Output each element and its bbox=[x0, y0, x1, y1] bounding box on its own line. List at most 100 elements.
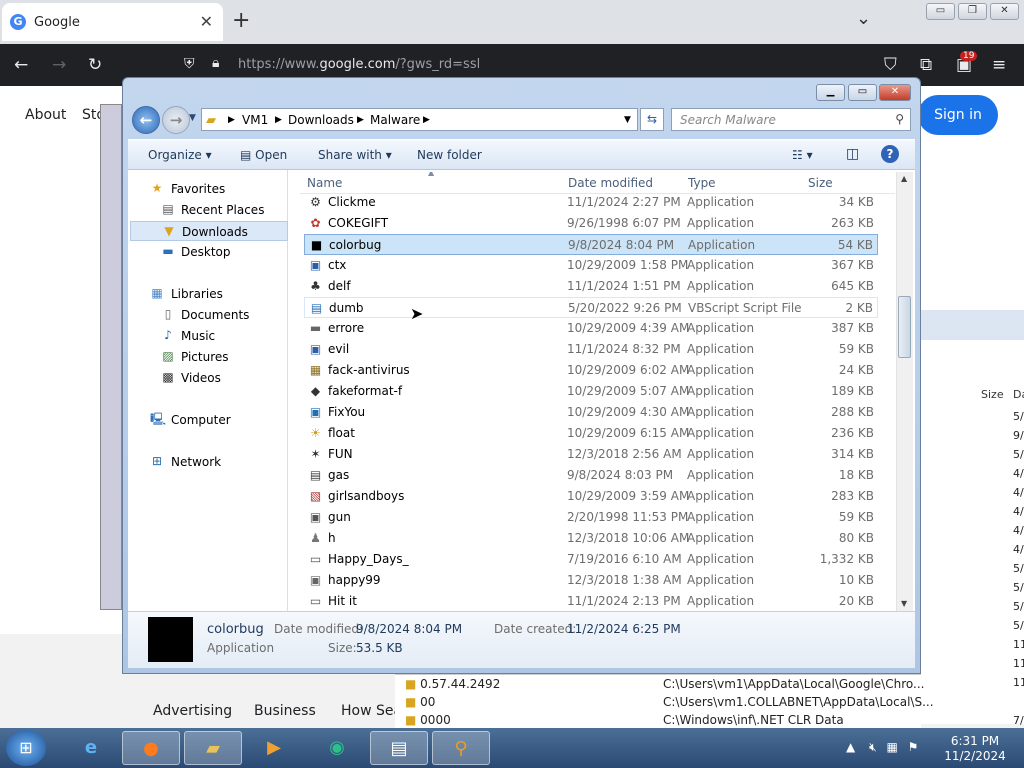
file-row[interactable]: ♟ h 12/3/2018 10:06 AM Application 80 KB bbox=[304, 528, 878, 549]
file-icon: ☀ bbox=[310, 426, 321, 440]
pocket-icon[interactable]: ⛉ bbox=[884, 55, 897, 75]
search-icon[interactable]: ⚲ bbox=[895, 112, 904, 126]
sign-in-button[interactable]: Sign in bbox=[918, 95, 998, 135]
file-row[interactable]: ▬ errore 10/29/2009 4:39 AM Application 387 … bbox=[304, 318, 878, 339]
minimize-button[interactable]: ▭ bbox=[926, 3, 955, 20]
file-row[interactable]: ◆ fakeformat-f 10/29/2009 5:07 AM Applicati… bbox=[304, 381, 878, 402]
recent-pages-chevron-icon[interactable]: ▼ bbox=[189, 113, 196, 123]
nav-label: Pictures bbox=[181, 350, 229, 364]
file-row[interactable]: ■ colorbug 9/8/2024 8:04 PM Application 54 K… bbox=[304, 234, 878, 255]
nav-desktop[interactable]: ▬ Desktop bbox=[128, 242, 286, 262]
tray-expand-icon[interactable]: ▲ bbox=[846, 740, 855, 754]
google-about-link[interactable]: About bbox=[25, 107, 66, 123]
breadcrumb-malware[interactable]: Malware bbox=[370, 113, 420, 127]
column-type[interactable]: Type bbox=[688, 176, 716, 190]
search-tool-icon[interactable]: ⚲ bbox=[432, 731, 490, 765]
organize-button[interactable]: Organize ▾ bbox=[148, 148, 212, 162]
nav-music[interactable]: ♪ Music bbox=[128, 326, 286, 346]
file-row[interactable]: ▧ girlsandboys 10/29/2009 3:59 AM Applicati… bbox=[304, 486, 878, 507]
explorer-minimize-button[interactable]: ▁ bbox=[816, 84, 845, 101]
file-row[interactable]: ▤ gas 9/8/2024 8:03 PM Application 18 KB bbox=[304, 465, 878, 486]
file-row[interactable]: ✶ FUN 12/3/2018 2:56 AM Application 314 KB bbox=[304, 444, 878, 465]
browser-tab[interactable]: G Google ✕ bbox=[2, 3, 223, 41]
file-row[interactable]: ♣ delf 11/1/2024 1:51 PM Application 645 KB bbox=[304, 276, 878, 297]
file-row[interactable]: ▭ Happy_Days_ 7/19/2016 6:10 AM Application… bbox=[304, 549, 878, 570]
preview-pane-icon[interactable]: ◫ bbox=[846, 146, 859, 162]
file-list-scrollbar[interactable]: ▲ ▼ bbox=[896, 172, 913, 611]
column-date-modified[interactable]: Date modified bbox=[568, 176, 653, 190]
tab-search-chevron-icon[interactable]: ⌄ bbox=[856, 8, 871, 29]
explorer-back-button[interactable]: ← bbox=[132, 106, 160, 134]
column-name[interactable]: Name bbox=[307, 176, 342, 190]
tab-close-icon[interactable]: ✕ bbox=[200, 12, 213, 31]
details-pane: colorbug Application Date modified: 9/8/… bbox=[128, 611, 915, 668]
firefox-icon[interactable]: ● bbox=[122, 731, 180, 765]
footer-howsearch-link[interactable]: How Sea bbox=[341, 703, 402, 719]
file-row[interactable]: ▭ Hit it 11/1/2024 2:13 PM Application 20 KB bbox=[304, 591, 878, 611]
view-options-icon[interactable]: ☷ ▾ bbox=[792, 148, 813, 162]
start-button[interactable]: ⊞ bbox=[6, 730, 46, 766]
breadcrumb-downloads[interactable]: Downloads bbox=[288, 113, 354, 127]
new-tab-icon[interactable]: + bbox=[232, 8, 250, 33]
explorer-close-button[interactable]: ✕ bbox=[879, 84, 911, 101]
media-player-icon[interactable]: ▶ bbox=[245, 731, 303, 765]
nav-network[interactable]: ⊞ Network bbox=[128, 452, 286, 472]
file-row[interactable]: ⚙ Clickme 11/1/2024 2:27 PM Application 34 K… bbox=[304, 192, 878, 213]
help-icon[interactable]: ? bbox=[881, 145, 899, 163]
list-item[interactable]: ■ 00 bbox=[405, 695, 435, 713]
document-taskbar-icon[interactable]: ▤ bbox=[370, 731, 428, 765]
file-row[interactable]: ▣ gun 2/20/1998 11:53 PM Application 59 KB bbox=[304, 507, 878, 528]
menu-icon[interactable]: ≡ bbox=[992, 55, 1006, 75]
network-status-icon[interactable]: ▦ bbox=[886, 740, 897, 754]
nav-documents[interactable]: ▯ Documents bbox=[128, 305, 286, 325]
scrollbar-thumb[interactable] bbox=[898, 296, 911, 358]
open-button[interactable]: ▤ Open bbox=[240, 148, 287, 162]
breadcrumb-vm1[interactable]: VM1 bbox=[242, 113, 268, 127]
explorer-address-bar[interactable]: ▰ ▶ VM1 ▶ Downloads ▶ Malware ▶ ▼ bbox=[201, 108, 638, 131]
reload-icon[interactable]: ↻ bbox=[88, 55, 102, 75]
file-row[interactable]: ✿ COKEGIFT 9/26/1998 6:07 PM Application 263… bbox=[304, 213, 878, 234]
file-row[interactable]: ▣ FixYou 10/29/2009 4:30 AM Application 288 … bbox=[304, 402, 878, 423]
scroll-down-icon[interactable]: ▼ bbox=[901, 599, 907, 608]
back-arrow-icon[interactable]: ← bbox=[14, 55, 28, 75]
nav-recent-places[interactable]: ▤ Recent Places bbox=[128, 200, 286, 220]
scroll-up-icon[interactable]: ▲ bbox=[901, 174, 907, 183]
file-row[interactable]: ☀ float 10/29/2009 6:15 AM Application 236 K… bbox=[304, 423, 878, 444]
nav-favorites[interactable]: ★ Favorites bbox=[128, 179, 286, 199]
nav-computer[interactable]: 🖳︎ Computer bbox=[128, 410, 286, 430]
column-size[interactable]: Size bbox=[808, 176, 833, 190]
nav-videos[interactable]: ▩ Videos bbox=[128, 368, 286, 388]
nav-downloads[interactable]: ▼ Downloads bbox=[130, 221, 288, 241]
volume-muted-icon[interactable]: 🔇︎ bbox=[869, 740, 877, 754]
column-header-row: Name ▲ Date modified Type Size bbox=[300, 172, 895, 194]
address-dropdown-icon[interactable]: ▼ bbox=[624, 115, 631, 125]
restore-button[interactable]: ❐ bbox=[958, 3, 987, 20]
nav-pictures[interactable]: ▨ Pictures bbox=[128, 347, 286, 367]
close-window-button[interactable]: ✕ bbox=[990, 3, 1019, 20]
share-with-button[interactable]: Share with ▾ bbox=[318, 148, 392, 162]
explorer-search-input[interactable]: Search Malware ⚲ bbox=[671, 108, 911, 131]
nav-libraries[interactable]: ▦ Libraries bbox=[128, 284, 286, 304]
footer-business-link[interactable]: Business bbox=[254, 703, 316, 719]
app-taskbar-icon[interactable]: ◉ bbox=[308, 731, 366, 765]
refresh-icon[interactable]: ⇆ bbox=[640, 108, 664, 131]
address-bar[interactable]: ⛨ 🔒︎ https://www.google.com/?gws_rd=ssl bbox=[176, 50, 816, 80]
list-item[interactable]: ■ 0.57.44.2492 bbox=[405, 677, 500, 695]
file-row[interactable]: ▤ dumb 5/20/2022 9:26 PM VBScript Script Fi… bbox=[304, 297, 878, 318]
file-row[interactable]: ▦ fack-antivirus 10/29/2009 6:02 AM Applica… bbox=[304, 360, 878, 381]
explorer-maximize-button[interactable]: ▭ bbox=[848, 84, 877, 101]
file-date: 10/29/2009 6:15 AM bbox=[567, 426, 690, 440]
new-folder-button[interactable]: New folder bbox=[417, 148, 482, 162]
extensions-icon[interactable]: ⧉ bbox=[920, 55, 932, 75]
internet-explorer-icon[interactable]: e bbox=[62, 731, 120, 765]
explorer-taskbar-icon[interactable]: ▰ bbox=[184, 731, 242, 765]
footer-advertising-link[interactable]: Advertising bbox=[153, 703, 232, 719]
explorer-forward-button[interactable]: → bbox=[162, 106, 190, 134]
action-center-icon[interactable]: ⚑ bbox=[908, 740, 919, 754]
file-row[interactable]: ▣ ctx 10/29/2009 1:58 PM Application 367 KB bbox=[304, 255, 878, 276]
taskbar-clock[interactable]: 6:31 PM 11/2/2024 bbox=[940, 734, 1010, 764]
file-row[interactable]: ▣ happy99 12/3/2018 1:38 AM Application 10 K… bbox=[304, 570, 878, 591]
file-icon: ♟ bbox=[310, 531, 321, 545]
file-row[interactable]: ▣ evil 11/1/2024 8:32 PM Application 59 KB bbox=[304, 339, 878, 360]
forward-arrow-icon[interactable]: → bbox=[52, 55, 66, 75]
